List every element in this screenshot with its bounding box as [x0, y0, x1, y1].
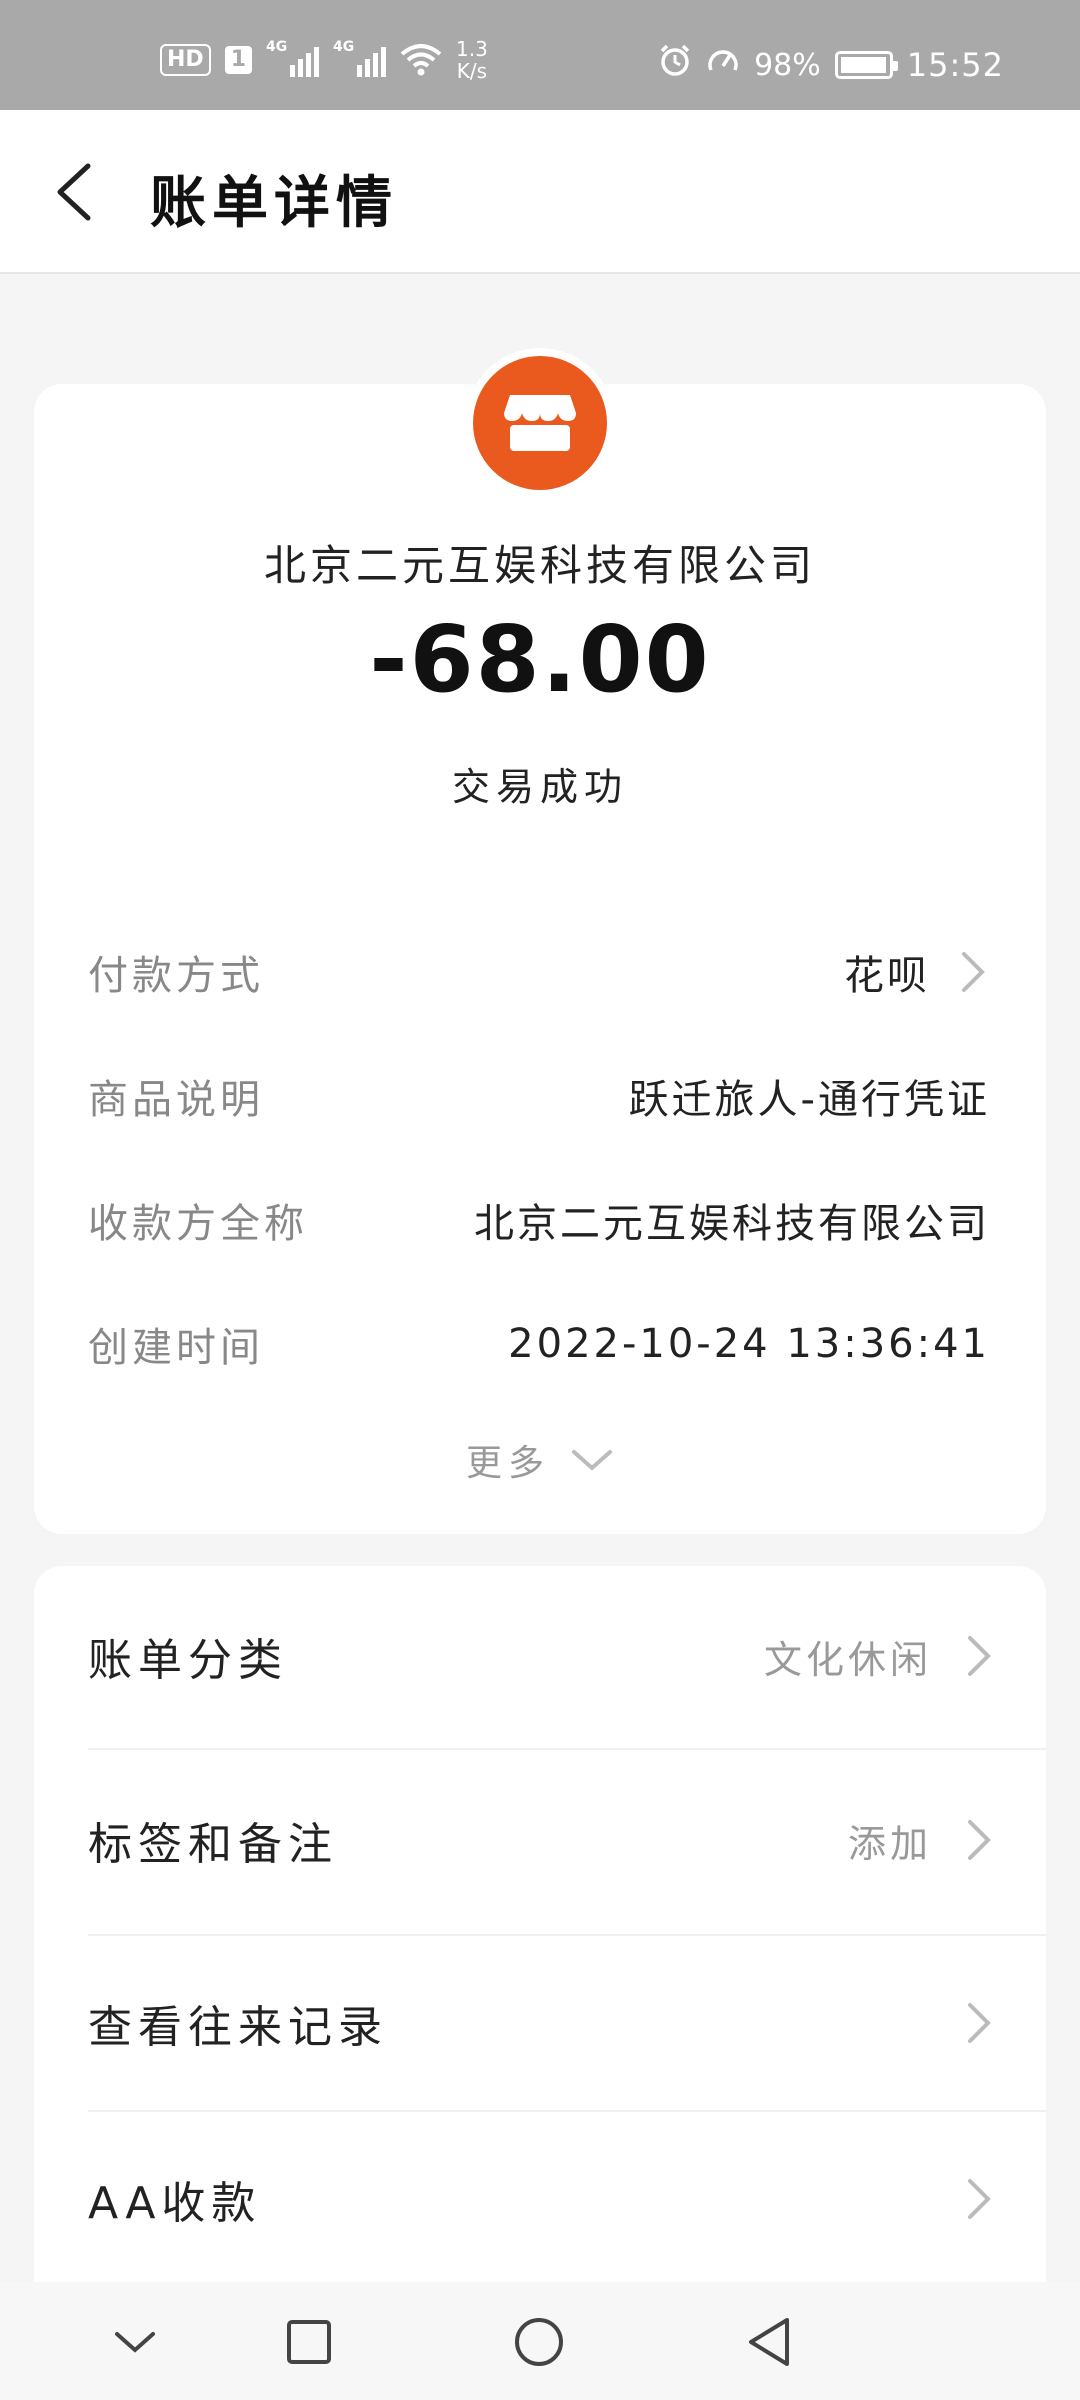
battery-percent: 98% [754, 47, 821, 83]
payment-method-row[interactable]: 付款方式 花呗 [88, 942, 990, 1002]
chevron-left-icon [57, 163, 91, 221]
nav-collapse-button[interactable] [100, 2310, 170, 2374]
status-bar: HD 1 4G 4G 1.3 K/s 98% 15:52 [0, 0, 1080, 110]
clock: 15:52 [906, 46, 1004, 84]
detail-value: 北京二元互娱科技有限公司 [474, 1201, 990, 1247]
tags-notes-item[interactable]: 标签和备注 添加 [88, 1750, 1046, 1930]
item-label: 账单分类 [88, 1635, 288, 1686]
signal-icon: 4G [266, 39, 319, 77]
signal-icon: 4G [333, 39, 386, 77]
detail-value: 2022-10-24 13:36:41 [508, 1321, 990, 1367]
product-description-row: 商品说明 跃迁旅人-通行凭证 [88, 1066, 990, 1126]
nav-back-button[interactable] [734, 2310, 804, 2374]
circle-icon [515, 2318, 563, 2366]
transaction-status: 交易成功 [451, 765, 628, 809]
more-label: 更多 [465, 1443, 550, 1484]
network-type-label: 4G [333, 39, 355, 55]
item-label: 查看往来记录 [88, 2002, 388, 2053]
speed-unit: K/s [456, 59, 488, 83]
nav-home-button[interactable] [504, 2310, 574, 2374]
payee-name-row: 收款方全称 北京二元互娱科技有限公司 [88, 1190, 990, 1250]
page-title: 账单详情 [150, 171, 398, 236]
detail-value: 跃迁旅人-通行凭证 [628, 1077, 990, 1123]
item-value: 添加 [847, 1821, 932, 1866]
triangle-back-icon [749, 2318, 789, 2366]
item-label: 标签和备注 [88, 1819, 338, 1870]
chevron-right-icon [968, 2003, 991, 2043]
back-button[interactable] [48, 160, 108, 224]
system-nav-bar [0, 2282, 1080, 2400]
network-speed: 1.3 K/s [456, 38, 488, 82]
chevron-right-icon [962, 952, 985, 992]
wifi-icon [400, 44, 442, 76]
chevron-right-icon [968, 1636, 991, 1676]
merchant-logo [465, 348, 615, 498]
detail-label: 付款方式 [88, 953, 264, 999]
chevron-right-icon [968, 2179, 991, 2219]
network-type-label: 4G [266, 39, 288, 55]
transaction-card: 北京二元互娱科技有限公司 -68.00 交易成功 付款方式 花呗 商品说明 跃迁… [34, 348, 1046, 1534]
chevron-right-icon [968, 1820, 991, 1860]
store-icon [473, 356, 607, 490]
nav-recents-button[interactable] [274, 2310, 344, 2374]
detail-label: 收款方全称 [88, 1201, 308, 1247]
detail-label: 创建时间 [88, 1325, 264, 1371]
square-icon [287, 2320, 331, 2364]
detail-label: 商品说明 [88, 1077, 264, 1123]
chevron-down-icon [115, 2332, 155, 2353]
transaction-amount: -68.00 [369, 606, 711, 713]
created-time-row: 创建时间 2022-10-24 13:36:41 [88, 1314, 990, 1374]
aa-collection-item[interactable]: AA收款 [88, 2112, 1046, 2286]
hd-badge: HD [160, 44, 211, 76]
more-button[interactable]: 更多 [34, 1434, 1046, 1486]
speed-value: 1.3 [456, 37, 488, 61]
detail-value: 花呗 [844, 953, 930, 999]
actions-card: 账单分类 文化休闲 标签和备注 添加 查看往来记录 AA收款 [34, 1566, 1046, 2326]
view-history-item[interactable]: 查看往来记录 [88, 1936, 1046, 2110]
alarm-icon [658, 44, 692, 86]
app-header: 账单详情 [0, 110, 1080, 274]
chevron-down-icon [572, 1450, 612, 1471]
sim-badge: 1 [224, 46, 252, 74]
item-value: 文化休闲 [763, 1637, 932, 1682]
merchant-name: 北京二元互娱科技有限公司 [263, 541, 816, 590]
battery-icon [834, 51, 898, 79]
item-label: AA收款 [88, 2178, 262, 2229]
speedometer-icon [706, 44, 740, 86]
bill-category-item[interactable]: 账单分类 文化休闲 [88, 1566, 1046, 1746]
